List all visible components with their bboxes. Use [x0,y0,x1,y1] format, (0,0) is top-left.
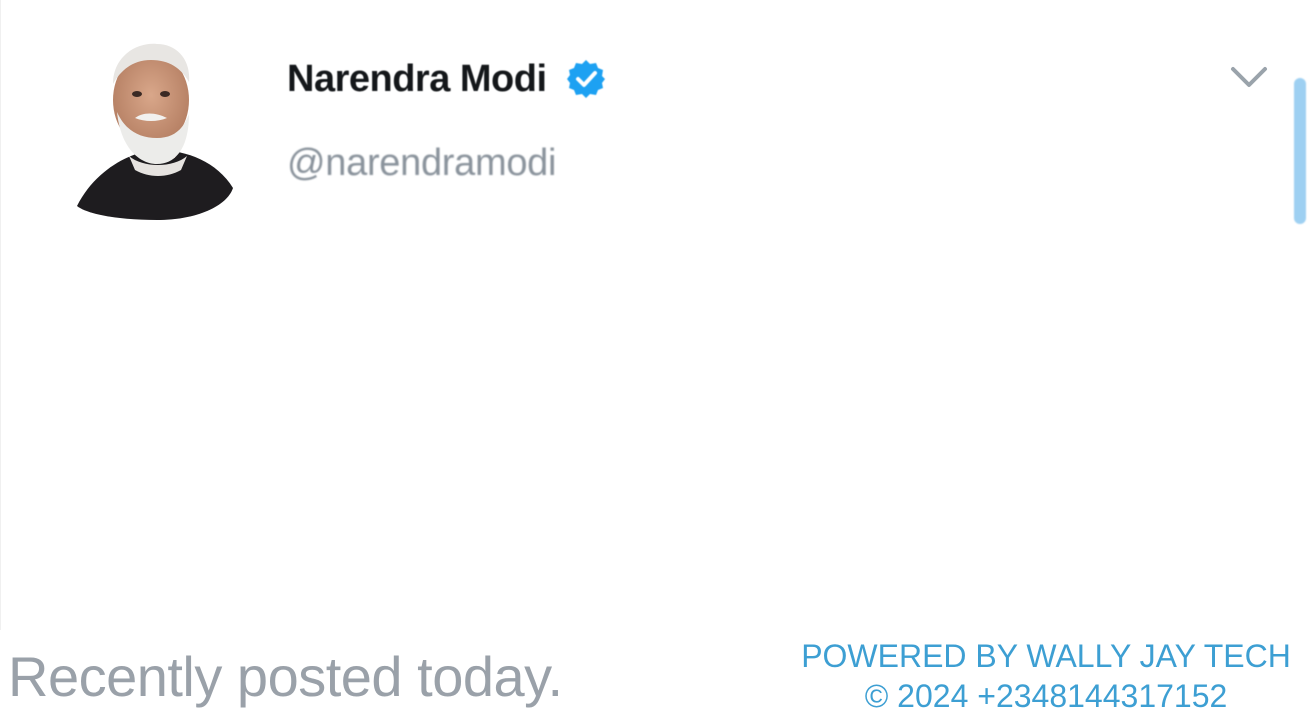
posted-caption: Recently posted today. [8,645,563,708]
scrollbar[interactable] [1294,78,1306,224]
chevron-down-icon[interactable] [1229,62,1269,92]
user-handle[interactable]: @narendramodi [287,142,556,185]
powered-by-text: POWERED BY WALLY JAY TECH [801,638,1291,674]
display-name[interactable]: Narendra Modi [287,58,547,101]
name-row: Narendra Modi [287,55,607,103]
tweet-card: Narendra Modi @narendramodi [0,0,1306,630]
avatar[interactable] [77,38,235,220]
screenshot-canvas: Narendra Modi @narendramodi Recently pos… [0,0,1311,720]
verified-badge-icon [566,60,605,98]
copyright-text: © 2024 +2348144317152 [864,678,1228,714]
credit-block: POWERED BY WALLY JAY TECH © 2024 +234814… [800,636,1292,716]
